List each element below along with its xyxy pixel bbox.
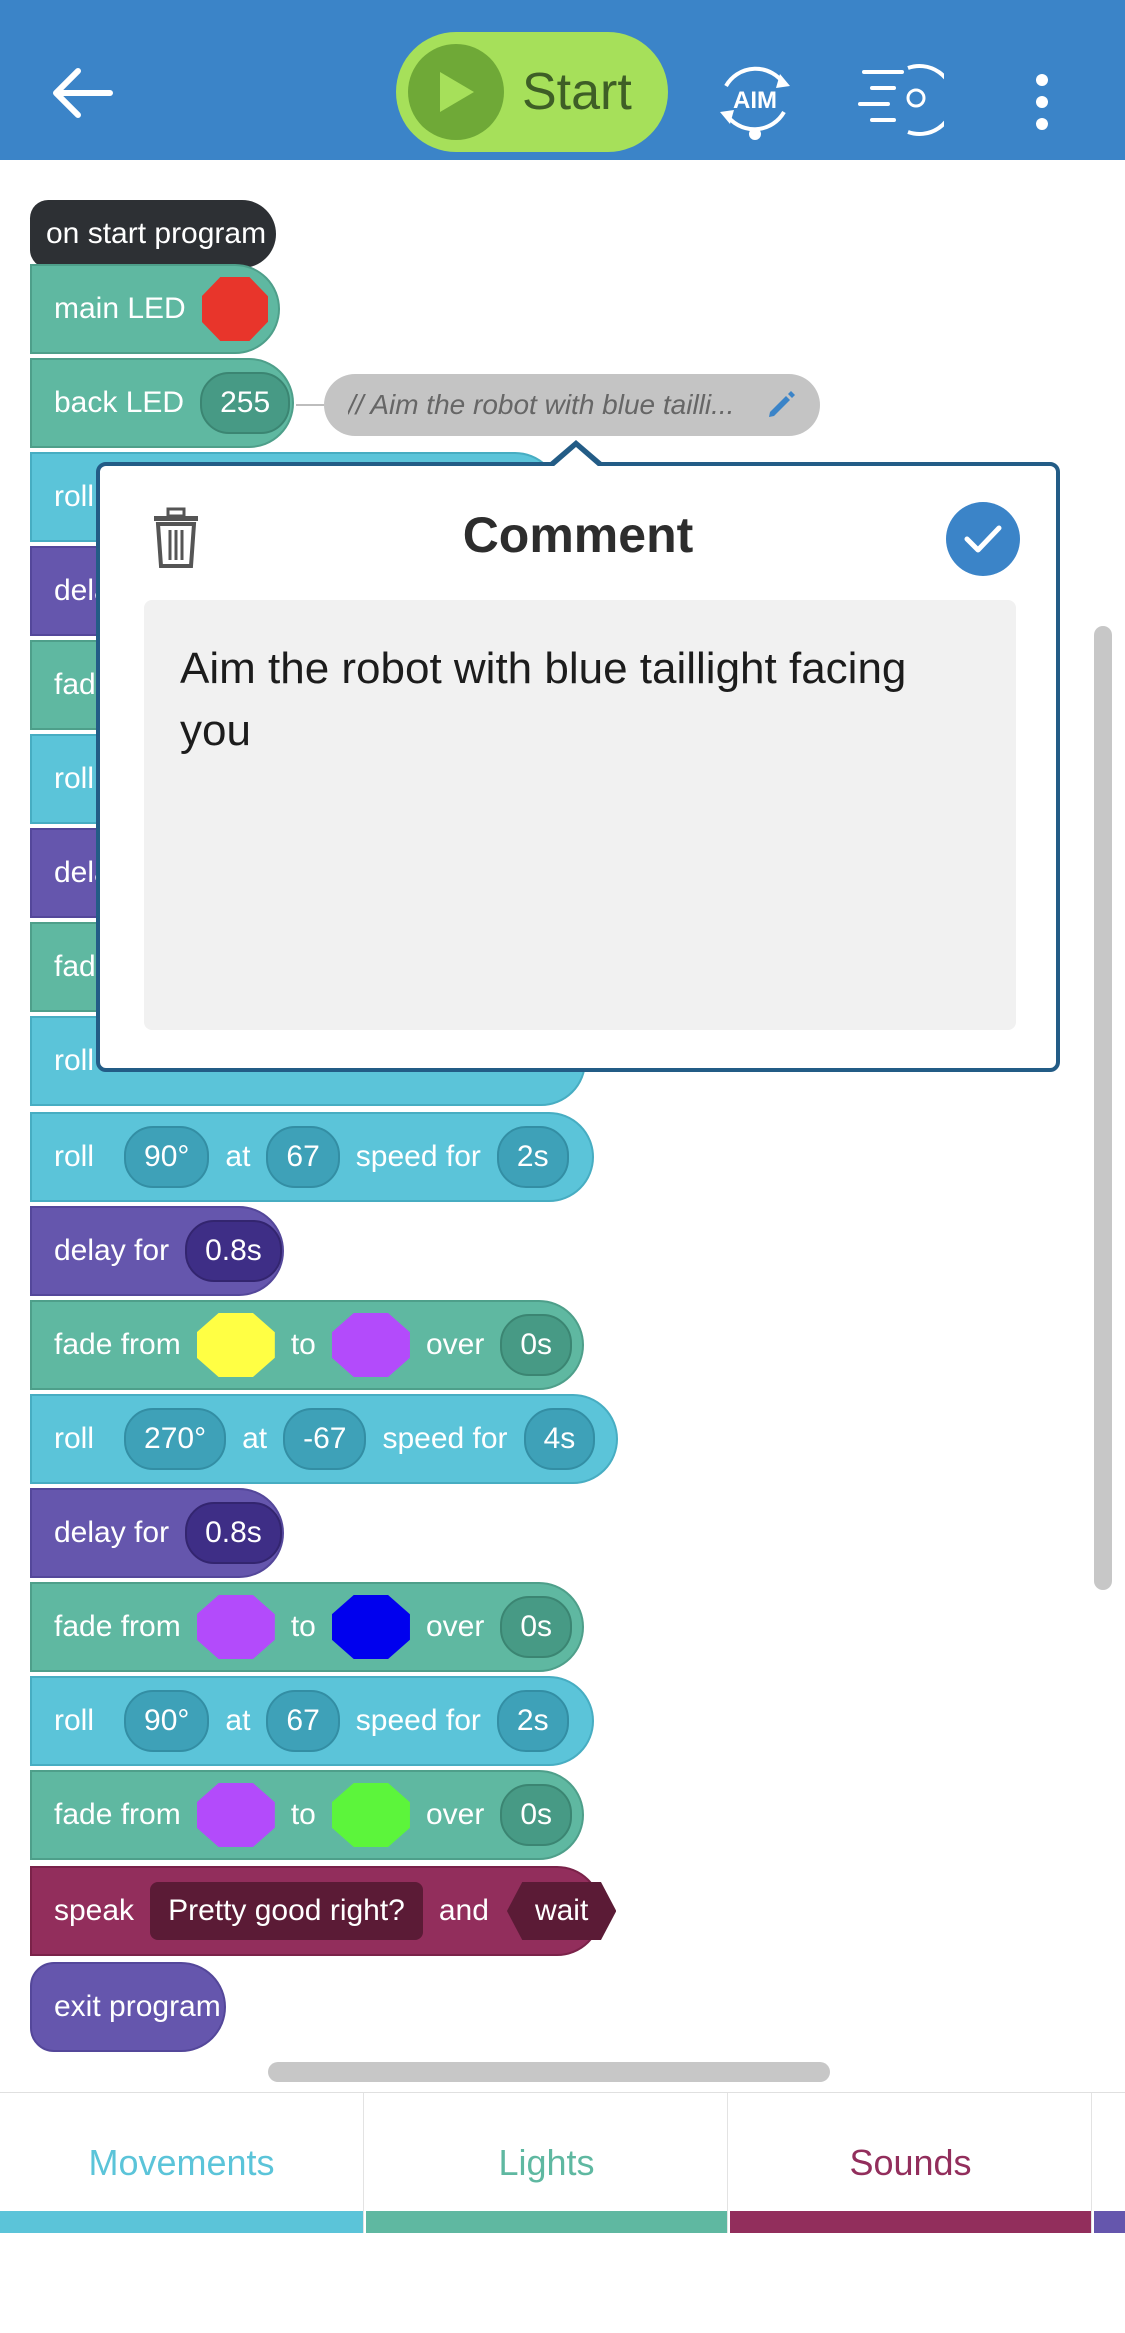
tab-next-strip (1094, 2211, 1125, 2233)
tab-next-partial[interactable] (1094, 2093, 1125, 2233)
fade-from-color-swatch[interactable] (196, 1595, 275, 1659)
main-led-block[interactable]: main LED (30, 264, 280, 354)
dialog-title: Comment (462, 507, 694, 563)
vertical-scrollbar[interactable] (1094, 626, 1112, 1590)
main-led-label: main LED (54, 292, 186, 325)
back-arrow-icon[interactable] (48, 58, 118, 128)
aim-icon[interactable]: AIM (712, 56, 798, 142)
fade-from-color-swatch[interactable] (196, 1783, 275, 1847)
category-tab-bar: Movements Lights Sounds (0, 2092, 1125, 2233)
comment-chip[interactable]: // Aim the robot with blue tailli... (324, 374, 820, 436)
exit-program-label: exit program (54, 1990, 221, 2023)
tab-sounds[interactable]: Sounds (730, 2093, 1092, 2233)
speak-label: speak (54, 1894, 135, 1927)
exit-program-block[interactable]: exit program (30, 1962, 226, 2052)
roll-heading[interactable]: 90° (124, 1126, 210, 1188)
back-led-block[interactable]: back LED 255 (30, 358, 294, 448)
speak-and-label: and (438, 1894, 489, 1927)
speak-text[interactable]: Pretty good right? (150, 1882, 423, 1940)
top-toolbar: Start AIM (0, 0, 1125, 160)
roll-at-label: at (225, 1140, 251, 1173)
roll-speed[interactable]: -67 (283, 1408, 367, 1470)
confirm-button[interactable] (946, 502, 1020, 576)
roll-heading[interactable]: 270° (124, 1408, 227, 1470)
fade-duration[interactable]: 0s (500, 1314, 572, 1376)
roll-label: roll (54, 1704, 95, 1737)
start-label: Start (522, 63, 632, 121)
tab-sounds-strip (730, 2211, 1091, 2233)
controller-icon[interactable] (858, 60, 944, 140)
roll-block[interactable]: roll 90° at 67 speed for 2s (30, 1112, 594, 1202)
tab-movements[interactable]: Movements (0, 2093, 364, 2233)
roll-speed[interactable]: 67 (266, 1126, 340, 1188)
tab-sounds-label: Sounds (849, 2142, 972, 2183)
roll-block[interactable]: roll 270° at -67 speed for 4s (30, 1394, 618, 1484)
start-button[interactable]: Start (396, 32, 668, 152)
fade-over-label: over (425, 1610, 485, 1643)
tab-lights-strip (366, 2211, 727, 2233)
roll-duration[interactable]: 4s (523, 1408, 596, 1470)
fade-to-color-swatch[interactable] (331, 1783, 410, 1847)
roll-speed[interactable]: 67 (266, 1690, 340, 1752)
fade-to-label: to (290, 1328, 316, 1361)
speak-block[interactable]: speak Pretty good right? and wait (30, 1866, 617, 1956)
roll-block[interactable]: roll 90° at 67 speed for 2s (30, 1676, 594, 1766)
pencil-icon[interactable] (764, 388, 798, 422)
checkmark-icon (964, 525, 1002, 553)
comment-chip-text: // Aim the robot with blue tailli... (348, 389, 735, 420)
tab-movements-label: Movements (88, 2142, 275, 2183)
delay-block[interactable]: delay for 0.8s (30, 1488, 284, 1578)
fade-to-label: to (290, 1610, 316, 1643)
roll-speed-label: speed for (355, 1704, 481, 1737)
comment-connector (296, 404, 324, 406)
roll-at-label: at (242, 1422, 268, 1455)
fade-to-color-swatch[interactable] (331, 1313, 410, 1377)
on-start-label: on start program (46, 217, 267, 250)
roll-label: roll (54, 1140, 95, 1173)
tab-movements-strip (0, 2211, 363, 2233)
fade-block[interactable]: fade from to over 0s (30, 1582, 584, 1672)
back-led-value[interactable]: 255 (200, 372, 291, 434)
roll-at-label: at (225, 1704, 251, 1737)
delay-block[interactable]: delay for 0.8s (30, 1206, 284, 1296)
speak-wait-toggle[interactable]: wait (506, 1882, 617, 1940)
play-icon (408, 44, 504, 140)
aim-label: AIM (733, 87, 777, 114)
fade-to-color-swatch[interactable] (331, 1595, 410, 1659)
tab-lights-label: Lights (498, 2142, 595, 2183)
roll-label: roll (54, 480, 95, 513)
fade-duration[interactable]: 0s (500, 1784, 572, 1846)
fade-over-label: over (425, 1798, 485, 1831)
roll-label: roll (54, 762, 95, 795)
horizontal-scrollbar[interactable] (268, 2062, 830, 2082)
delay-label: delay for (54, 1516, 170, 1549)
fade-label: fade from (54, 1610, 181, 1643)
fade-label: fade from (54, 1328, 181, 1361)
roll-duration[interactable]: 2s (496, 1690, 569, 1752)
comment-dialog: Comment Aim the robot with blue tailligh… (96, 462, 1060, 1072)
more-vertical-icon[interactable] (1030, 72, 1054, 132)
fade-to-label: to (290, 1798, 316, 1831)
roll-label: roll (54, 1422, 95, 1455)
delay-duration[interactable]: 0.8s (185, 1502, 282, 1564)
main-led-color-swatch[interactable] (201, 277, 268, 341)
roll-heading[interactable]: 90° (124, 1690, 210, 1752)
roll-speed-label: speed for (382, 1422, 508, 1455)
roll-speed-label: speed for (355, 1140, 481, 1173)
delay-label: delay for (54, 1234, 170, 1267)
roll-duration[interactable]: 2s (496, 1126, 569, 1188)
fade-block[interactable]: fade from to over 0s (30, 1300, 584, 1390)
back-led-label: back LED (54, 386, 185, 419)
fade-over-label: over (425, 1328, 485, 1361)
dialog-pointer-inner (553, 447, 599, 467)
fade-label: fade from (54, 1798, 181, 1831)
tab-lights[interactable]: Lights (366, 2093, 728, 2233)
comment-text-area[interactable]: Aim the robot with blue taillight facing… (144, 600, 1016, 1030)
on-start-block[interactable]: on start program (30, 200, 276, 268)
fade-from-color-swatch[interactable] (196, 1313, 275, 1377)
fade-block[interactable]: fade from to over 0s (30, 1770, 584, 1860)
delay-duration[interactable]: 0.8s (185, 1220, 282, 1282)
fade-duration[interactable]: 0s (500, 1596, 572, 1658)
roll-label: roll (54, 1044, 95, 1077)
